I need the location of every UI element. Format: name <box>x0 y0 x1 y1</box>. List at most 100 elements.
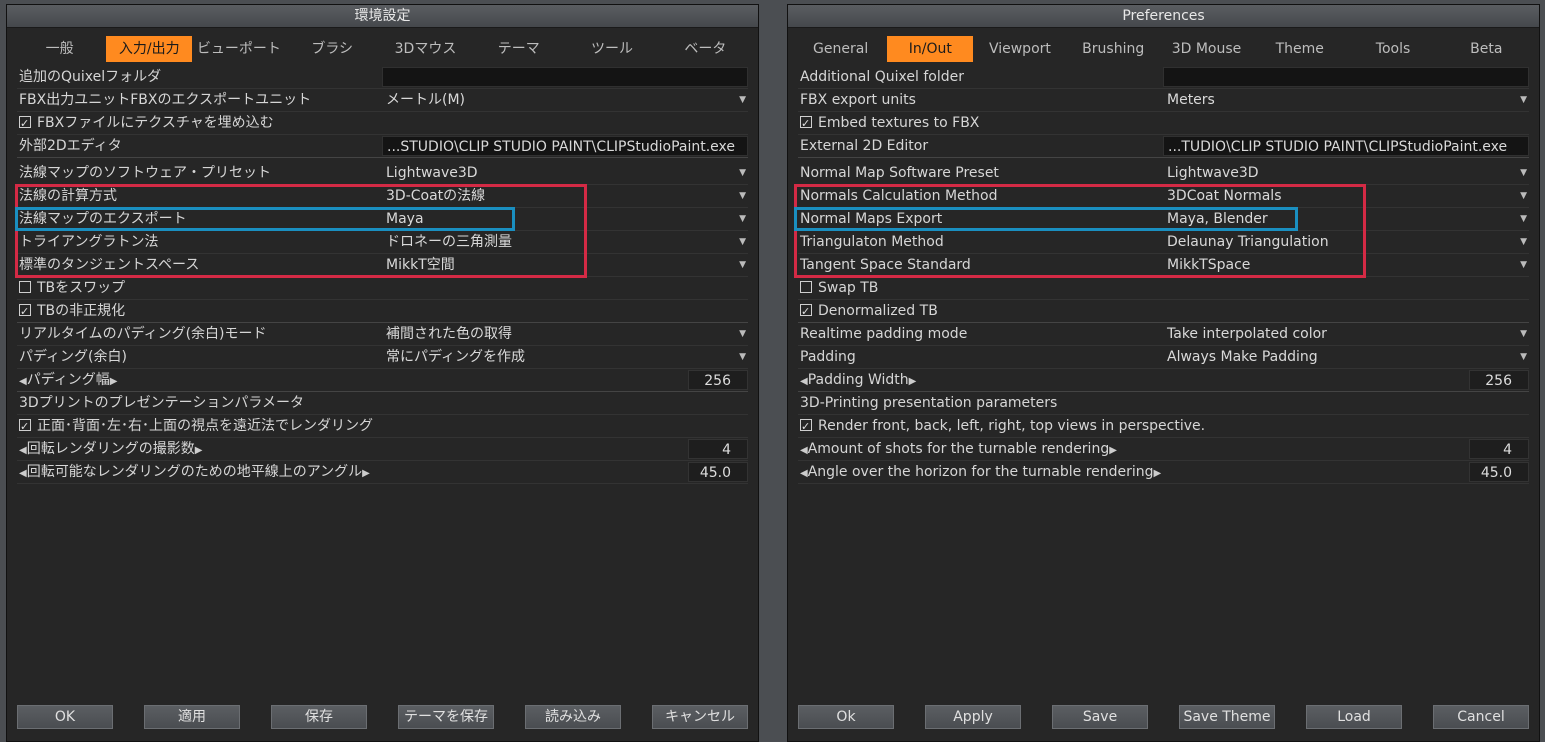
padding-row: Padding Always Make Padding ▼ <box>798 346 1529 369</box>
external-editor-input[interactable]: ...TUDIO\CLIP STUDIO PAINT\CLIPStudioPai… <box>1163 136 1529 156</box>
save-button[interactable]: 保存 <box>271 705 367 729</box>
decrease-arrow-icon[interactable]: ◀ <box>19 376 27 387</box>
tab-in-out[interactable]: In/Out <box>887 36 974 62</box>
denorm-tb-checkbox[interactable] <box>800 301 812 323</box>
angle-slider[interactable]: 45.0 <box>688 462 748 482</box>
rt-padding-dropdown[interactable]: Take interpolated color ▼ <box>1163 324 1529 344</box>
chevron-down-icon: ▼ <box>1520 214 1527 224</box>
decrease-arrow-icon[interactable]: ◀ <box>19 445 27 456</box>
embed-textures-checkbox[interactable] <box>19 113 31 135</box>
rt-padding-row: リアルタイムのパディング(余白)モード 補間された色の取得 ▼ <box>17 323 748 346</box>
quixel-folder-input[interactable] <box>1163 67 1529 87</box>
nm-preset-dropdown[interactable]: Lightwave3D ▼ <box>1163 163 1529 183</box>
tab-general[interactable]: 一般 <box>13 36 106 62</box>
shots-label: Amount of shots for the turnable renderi… <box>807 441 1110 457</box>
tangent-space-row: 標準のタンジェントスペース MikkT空間 ▼ <box>17 254 748 277</box>
cancel-button[interactable]: Cancel <box>1433 705 1529 729</box>
ok-button[interactable]: OK <box>17 705 113 729</box>
swap-tb-checkbox[interactable] <box>19 281 31 293</box>
save-theme-button[interactable]: Save Theme <box>1179 705 1275 729</box>
decrease-arrow-icon[interactable]: ◀ <box>19 468 27 479</box>
denorm-tb-row: Denormalized TB <box>798 300 1529 323</box>
increase-arrow-icon[interactable]: ▶ <box>1154 468 1162 479</box>
normals-calc-dropdown[interactable]: 3D-Coatの法線 ▼ <box>382 186 748 206</box>
triangulation-dropdown[interactable]: ドロネーの三角測量 ▼ <box>382 232 748 252</box>
shots-row: ◀回転レンダリングの撮影数▶ 4 <box>17 438 748 461</box>
save-theme-button[interactable]: テーマを保存 <box>398 705 494 729</box>
padding-dropdown[interactable]: 常にパディングを作成 ▼ <box>382 347 748 367</box>
cancel-button[interactable]: キャンセル <box>652 705 748 729</box>
decrease-arrow-icon[interactable]: ◀ <box>800 468 808 479</box>
rt-padding-row: Realtime padding mode Take interpolated … <box>798 323 1529 346</box>
rt-padding-dropdown[interactable]: 補間された色の取得 ▼ <box>382 324 748 344</box>
tab-general[interactable]: General <box>794 36 887 62</box>
swap-tb-label: TBをスワップ <box>37 280 126 296</box>
quixel-folder-input[interactable] <box>382 67 748 87</box>
angle-slider[interactable]: 45.0 <box>1469 462 1529 482</box>
tab-tools[interactable]: ツール <box>565 36 658 62</box>
tangent-space-dropdown[interactable]: MikkT空間 ▼ <box>382 255 748 275</box>
tab-theme[interactable]: テーマ <box>472 36 565 62</box>
increase-arrow-icon[interactable]: ▶ <box>909 376 917 387</box>
denorm-tb-checkbox[interactable] <box>19 301 31 323</box>
tab-brushing[interactable]: Brushing <box>1067 36 1160 62</box>
apply-button[interactable]: 適用 <box>144 705 240 729</box>
save-button[interactable]: Save <box>1052 705 1148 729</box>
shots-slider[interactable]: 4 <box>1469 439 1529 459</box>
swap-tb-checkbox[interactable] <box>800 281 812 293</box>
nm-export-label: 法線マップのエクスポート <box>19 211 187 227</box>
decrease-arrow-icon[interactable]: ◀ <box>800 376 808 387</box>
external-editor-label: External 2D Editor <box>800 138 929 154</box>
padding-width-slider[interactable]: 256 <box>688 370 748 390</box>
denorm-tb-row: TBの非正規化 <box>17 300 748 323</box>
shots-slider[interactable]: 4 <box>688 439 748 459</box>
tab-viewport[interactable]: Viewport <box>973 36 1066 62</box>
render-views-checkbox[interactable] <box>19 416 31 438</box>
normals-calc-label: 法線の計算方式 <box>19 188 117 204</box>
chevron-down-icon: ▼ <box>1520 168 1527 178</box>
normals-calc-value: 3D-Coatの法線 <box>386 188 486 204</box>
external-editor-input[interactable]: ...STUDIO\CLIP STUDIO PAINT\CLIPStudioPa… <box>382 136 748 156</box>
tab-theme[interactable]: Theme <box>1253 36 1346 62</box>
padding-dropdown[interactable]: Always Make Padding ▼ <box>1163 347 1529 367</box>
settings-list: 追加のQuixelフォルダ FBX出力ユニットFBXのエクスポートユニット メー… <box>15 66 748 484</box>
tab-tools[interactable]: Tools <box>1346 36 1439 62</box>
increase-arrow-icon[interactable]: ▶ <box>1109 445 1117 456</box>
tab-viewport[interactable]: ビューポート <box>192 36 285 62</box>
tab-brushing[interactable]: ブラシ <box>286 36 379 62</box>
embed-textures-checkbox[interactable] <box>800 113 812 135</box>
angle-row: ◀回転可能なレンダリングのための地平線上のアングル▶ 45.0 <box>17 461 748 484</box>
triangulation-label: Triangulaton Method <box>800 234 944 250</box>
window-title: 環境設定 <box>7 5 758 28</box>
chevron-down-icon: ▼ <box>1520 352 1527 362</box>
decrease-arrow-icon[interactable]: ◀ <box>800 445 808 456</box>
angle-label: Angle over the horizon for the turnable … <box>807 464 1154 480</box>
tab-in-out[interactable]: 入力/出力 <box>106 36 193 62</box>
triangulation-row: Triangulaton Method Delaunay Triangulati… <box>798 231 1529 254</box>
padding-width-slider[interactable]: 256 <box>1469 370 1529 390</box>
apply-button[interactable]: Apply <box>925 705 1021 729</box>
render-views-checkbox[interactable] <box>800 416 812 438</box>
fbx-units-dropdown[interactable]: メートル(M) ▼ <box>382 90 748 110</box>
nm-preset-dropdown[interactable]: Lightwave3D ▼ <box>382 163 748 183</box>
nm-export-dropdown[interactable]: Maya, Blender ▼ <box>1163 209 1529 229</box>
tab-beta[interactable]: ベータ <box>659 36 752 62</box>
normals-calc-dropdown[interactable]: 3DCoat Normals ▼ <box>1163 186 1529 206</box>
tab-3d-mouse[interactable]: 3Dマウス <box>379 36 472 62</box>
tangent-space-dropdown[interactable]: MikkTSpace ▼ <box>1163 255 1529 275</box>
triangulation-dropdown[interactable]: Delaunay Triangulation ▼ <box>1163 232 1529 252</box>
nm-preset-value: Lightwave3D <box>1167 165 1259 181</box>
increase-arrow-icon[interactable]: ▶ <box>110 376 118 387</box>
tab-beta[interactable]: Beta <box>1440 36 1533 62</box>
fbx-units-dropdown[interactable]: Meters ▼ <box>1163 90 1529 110</box>
padding-value: 常にパディングを作成 <box>386 349 526 365</box>
ok-button[interactable]: Ok <box>798 705 894 729</box>
increase-arrow-icon[interactable]: ▶ <box>195 445 203 456</box>
load-button[interactable]: Load <box>1306 705 1402 729</box>
chevron-down-icon: ▼ <box>1520 260 1527 270</box>
load-button[interactable]: 読み込み <box>525 705 621 729</box>
padding-width-label: Padding Width <box>807 372 909 388</box>
tab-3d-mouse[interactable]: 3D Mouse <box>1160 36 1253 62</box>
increase-arrow-icon[interactable]: ▶ <box>362 468 370 479</box>
nm-export-dropdown[interactable]: Maya ▼ <box>382 209 748 229</box>
